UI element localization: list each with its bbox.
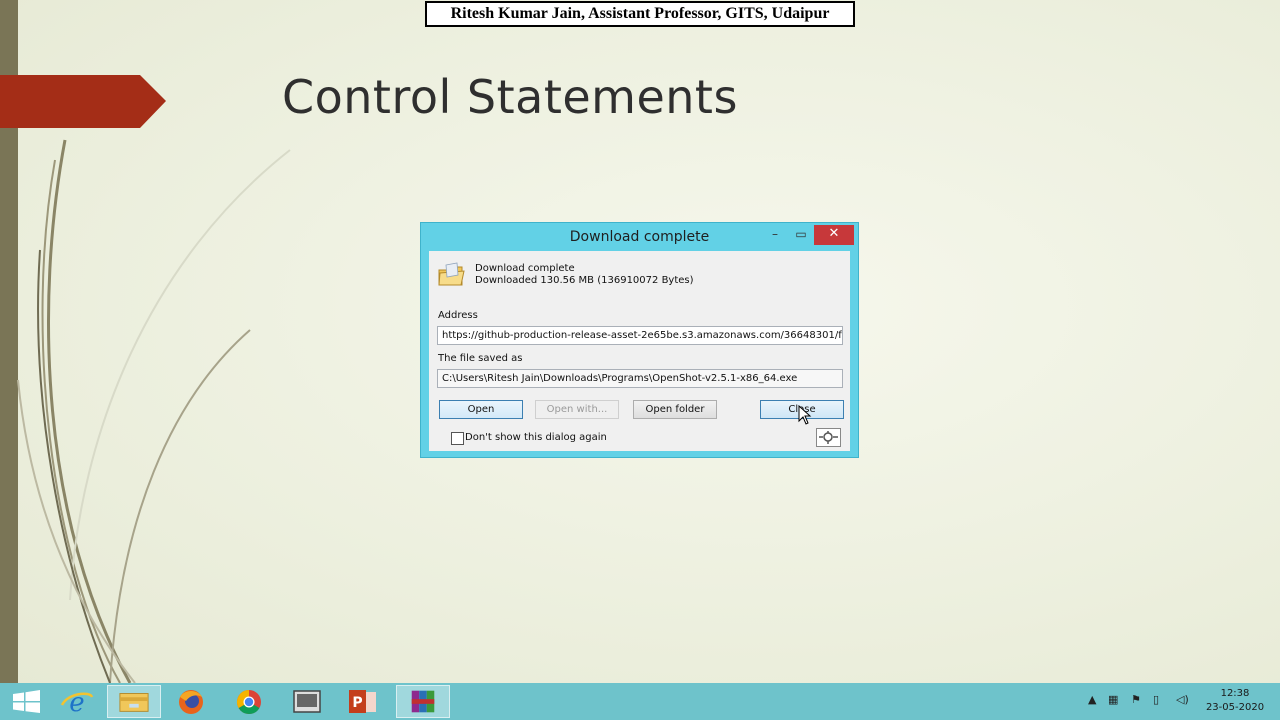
- dont-show-checkbox[interactable]: [451, 432, 464, 445]
- status-line-1: Download complete: [475, 263, 575, 274]
- close-window-button[interactable]: ✕: [814, 225, 854, 245]
- author-banner: Ritesh Kumar Jain, Assistant Professor, …: [425, 1, 855, 27]
- internet-explorer-icon[interactable]: e: [50, 685, 104, 718]
- show-hidden-icons-icon[interactable]: ▲: [1088, 693, 1096, 706]
- saved-path-field[interactable]: C:\Users\Ritesh Jain\Downloads\Programs\…: [437, 369, 843, 388]
- saved-as-label: The file saved as: [438, 353, 523, 364]
- dont-show-label: Don't show this dialog again: [465, 432, 607, 443]
- volume-icon[interactable]: ◁): [1176, 693, 1189, 706]
- settings-icon[interactable]: [816, 428, 841, 447]
- start-icon[interactable]: [0, 685, 54, 718]
- taskbar-clock[interactable]: 12:38 23-05-2020: [1203, 687, 1267, 715]
- open-button[interactable]: Open: [439, 400, 523, 419]
- download-complete-dialog: Download complete – ▭ ✕ Download complet…: [420, 222, 859, 458]
- video-recorder-icon[interactable]: [280, 685, 334, 718]
- address-label: Address: [438, 310, 478, 321]
- clock-date: 23-05-2020: [1205, 702, 1265, 713]
- dialog-body: Download complete Downloaded 130.56 MB (…: [429, 251, 850, 451]
- taskbar: e P ▲ ▦ ⚑ ▯ ◁) 12:38 23-05-2020: [0, 683, 1280, 720]
- file-explorer-icon[interactable]: [107, 685, 161, 718]
- svg-text:P: P: [352, 695, 362, 711]
- network-tray-icon[interactable]: ▦: [1108, 693, 1118, 706]
- chrome-icon[interactable]: [222, 685, 276, 718]
- action-center-flag-icon[interactable]: ⚑: [1131, 693, 1141, 706]
- folder-download-icon: [438, 262, 465, 286]
- open-folder-button[interactable]: Open folder: [633, 400, 717, 419]
- firefox-icon[interactable]: [164, 685, 218, 718]
- winrar-icon[interactable]: [396, 685, 450, 718]
- title-accent-arrow: [0, 75, 166, 128]
- power-tray-icon[interactable]: ▯: [1153, 693, 1159, 706]
- clock-time: 12:38: [1220, 688, 1250, 699]
- maximize-button[interactable]: ▭: [790, 225, 812, 245]
- powerpoint-icon[interactable]: P: [336, 685, 390, 718]
- open-with-button[interactable]: Open with...: [535, 400, 619, 419]
- address-field[interactable]: https://github-production-release-asset-…: [437, 326, 843, 345]
- mouse-cursor-icon: [798, 405, 812, 425]
- minimize-button[interactable]: –: [764, 225, 786, 245]
- slide-title: Control Statements: [282, 70, 738, 124]
- status-line-2: Downloaded 130.56 MB (136910072 Bytes): [475, 275, 694, 286]
